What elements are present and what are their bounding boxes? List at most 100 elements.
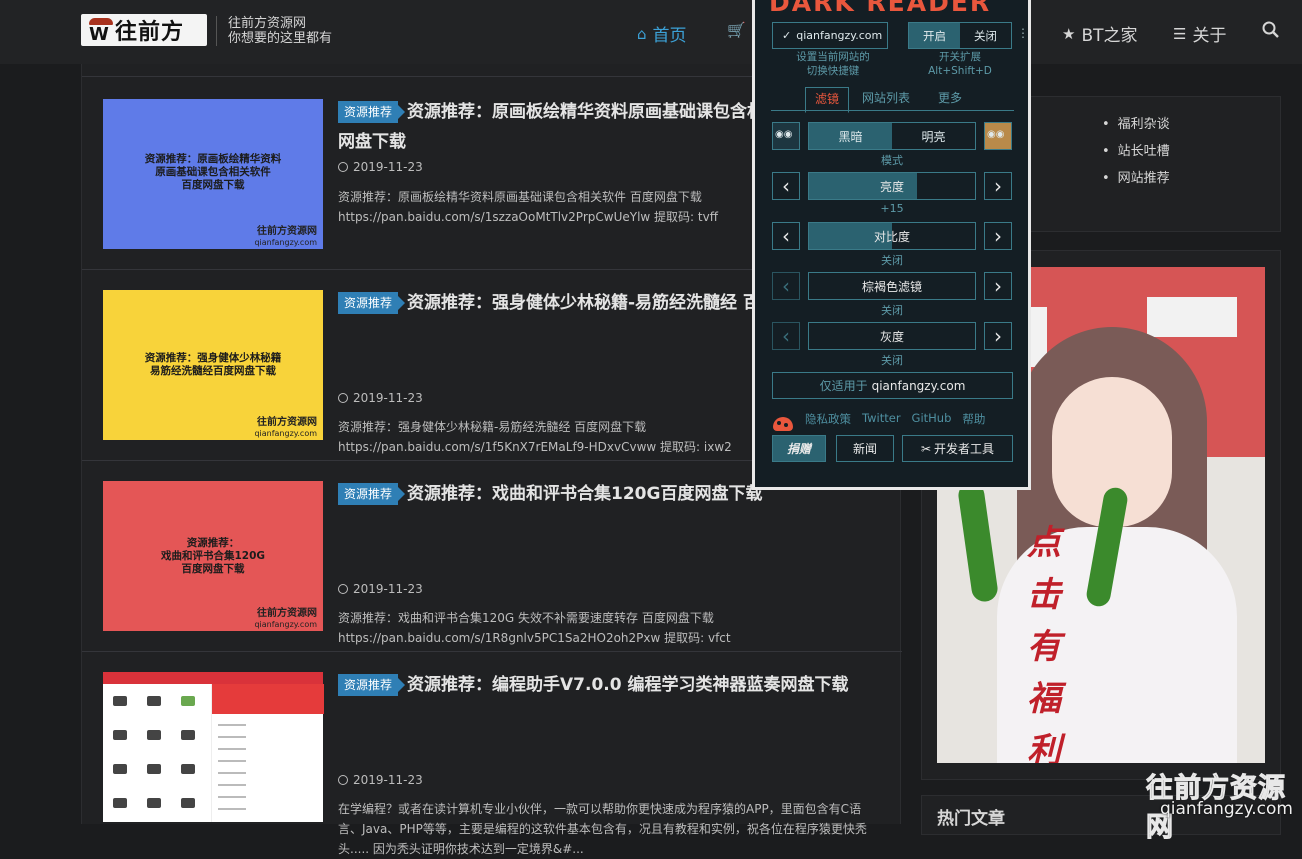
- grayscale-decrease-button[interactable]: ‹: [772, 322, 800, 350]
- excerpt-line: 言、Java、PHP等等，主要是编程的这软件基本包含有，况且有教程和实例，祝各位…: [338, 822, 867, 836]
- check-icon: ✓: [782, 29, 792, 42]
- clock-icon: [338, 775, 348, 785]
- extension-toggle: 开启 关闭: [908, 22, 1012, 49]
- site-logo[interactable]: W 往前方: [81, 14, 207, 46]
- logo-divider: [216, 16, 217, 46]
- excerpt-line: https://pan.baidu.com/s/1R8gnlv5PC1Sa2HO…: [338, 631, 731, 645]
- privacy-link[interactable]: 隐私政策: [805, 411, 851, 427]
- thumb-watermark: 往前方资源网: [257, 226, 317, 237]
- nav-bt-label: BT之家: [1081, 26, 1138, 46]
- only-for-site: qianfangzy.com: [871, 378, 966, 393]
- post-date: 2019-11-23: [338, 391, 423, 405]
- post-title[interactable]: 资源推荐：戏曲和评书合集120G百度网盘下载: [407, 481, 762, 507]
- contrast-value: 关闭: [881, 254, 903, 267]
- category-badge[interactable]: 资源推荐: [338, 292, 406, 314]
- contrast-decrease-button[interactable]: ‹: [772, 222, 800, 250]
- toggle-on-button[interactable]: 开启: [909, 23, 960, 48]
- tab-more[interactable]: 更多: [929, 87, 971, 111]
- github-link[interactable]: GitHub: [912, 411, 952, 427]
- more-options-icon[interactable]: ⋮: [1017, 26, 1029, 40]
- excerpt-line: 资源推荐：戏曲和评书合集120G 失效不补需要速度转存 百度网盘下载: [338, 611, 714, 625]
- post-thumbnail[interactable]: [103, 672, 324, 822]
- thumb-watermark-url: qianfangzy.com: [254, 238, 317, 247]
- grayscale-label: 灰度: [879, 329, 904, 344]
- mode-selector: 黑暗 明亮: [808, 122, 976, 150]
- post-date: 2019-11-23: [338, 160, 423, 174]
- category-badge[interactable]: 资源推荐: [338, 101, 406, 123]
- excerpt-line: 在学编程？或者在读计算机专业小伙伴，一款可以帮助你更快速成为程序猿的APP，里面…: [338, 802, 862, 816]
- brightness-increase-button[interactable]: ›: [984, 172, 1012, 200]
- toggle-shortcut-line1: 开关扩展: [939, 51, 981, 63]
- sidebar-item-recommend[interactable]: 网站推荐: [1102, 165, 1170, 192]
- post-thumbnail[interactable]: 资源推荐：强身健体少林秘籍 易筋经洗髓经百度网盘下载 往前方资源网 qianfan…: [103, 290, 323, 440]
- brightness-label: 亮度: [879, 179, 904, 194]
- site-shortcut-line1: 设置当前网站的: [796, 51, 870, 63]
- nav-bt-home[interactable]: ★ BT之家: [1062, 21, 1138, 47]
- contrast-increase-button[interactable]: ›: [984, 222, 1012, 250]
- toggle-shortcut-line2: Alt+Shift+D: [928, 65, 992, 77]
- twitter-link[interactable]: Twitter: [862, 411, 901, 427]
- sidebar-links: 福利杂谈 站长吐槽 网站推荐: [1102, 111, 1170, 192]
- sepia-increase-button[interactable]: ›: [984, 272, 1012, 300]
- clock-icon: [338, 584, 348, 594]
- list-item: 资源推荐 资源推荐：编程助手V7.0.0 编程学习类神器蓝奏网盘下载 2019-…: [82, 651, 902, 856]
- toggle-shortcut-hint[interactable]: 开关扩展 Alt+Shift+D: [905, 50, 1015, 78]
- tab-filter[interactable]: 滤镜: [805, 87, 850, 113]
- search-icon: [1262, 21, 1279, 38]
- site-shortcut-line2: 切换快捷键: [806, 65, 860, 77]
- sepia-slider[interactable]: 棕褐色滤镜: [808, 272, 976, 300]
- post-thumbnail[interactable]: 资源推荐： 戏曲和评书合集120G 百度网盘下载 往前方资源网 qianfangzy…: [103, 481, 323, 631]
- sidebar-item-welfare[interactable]: 福利杂谈: [1102, 111, 1170, 138]
- devtools-button[interactable]: ✂ 开发者工具: [902, 435, 1013, 462]
- brightness-value: +15: [880, 202, 904, 215]
- dark-reader-popup: DARK READER ✓ qianfangzy.com 开启 关闭 ⋮ 设置当…: [752, 0, 1031, 490]
- apply-only-to-site-button[interactable]: 仅适用于 qianfangzy.com: [772, 372, 1013, 399]
- nav-about[interactable]: ☰ 关于: [1173, 21, 1226, 47]
- ladybug-icon: [773, 417, 793, 431]
- site-shortcut-hint[interactable]: 设置当前网站的 切换快捷键: [753, 50, 913, 78]
- app-icon-grid: [109, 690, 209, 820]
- toggle-off-button[interactable]: 关闭: [960, 23, 1011, 48]
- post-date-text: 2019-11-23: [353, 582, 423, 596]
- nav-home[interactable]: ⌂ 首页: [637, 21, 687, 47]
- tagline-line2: 你想要的这里都有: [228, 31, 333, 46]
- contrast-slider[interactable]: 对比度: [808, 222, 976, 250]
- mode-dark-button[interactable]: 黑暗: [809, 123, 892, 149]
- donate-button[interactable]: 捐赠: [772, 435, 826, 462]
- thumb-title: 资源推荐：强身健体少林秘籍 易筋经洗髓经百度网盘下载: [144, 352, 282, 377]
- sepia-label: 棕褐色滤镜: [861, 279, 922, 294]
- post-date: 2019-11-23: [338, 773, 423, 787]
- mode-label: 模式: [881, 154, 903, 167]
- post-excerpt: 资源推荐：戏曲和评书合集120G 失效不补需要速度转存 百度网盘下载 https…: [338, 608, 878, 648]
- wrench-icon: ✂: [920, 441, 932, 456]
- clock-icon: [338, 393, 348, 403]
- thumb-watermark: 往前方资源网: [257, 417, 317, 428]
- category-badge[interactable]: 资源推荐: [338, 674, 406, 696]
- sidebar-item-complaints[interactable]: 站长吐槽: [1102, 138, 1170, 165]
- post-excerpt: 在学编程？或者在读计算机专业小伙伴，一款可以帮助你更快速成为程序猿的APP，里面…: [338, 799, 878, 859]
- search-button[interactable]: [1262, 21, 1280, 39]
- brightness-slider[interactable]: 亮度: [808, 172, 976, 200]
- post-thumbnail[interactable]: 资源推荐：原画板绘精华资料 原画基础课包含相关软件 百度网盘下载 往前方资源网 qi…: [103, 99, 323, 249]
- post-title-line2[interactable]: 网盘下载: [338, 127, 406, 152]
- sepia-decrease-button[interactable]: ‹: [772, 272, 800, 300]
- grayscale-increase-button[interactable]: ›: [984, 322, 1012, 350]
- category-badge[interactable]: 资源推荐: [338, 483, 406, 505]
- grayscale-slider[interactable]: 灰度: [808, 322, 976, 350]
- light-mode-icon[interactable]: [984, 122, 1012, 150]
- brightness-decrease-button[interactable]: ‹: [772, 172, 800, 200]
- dark-mode-icon[interactable]: [772, 122, 800, 150]
- tab-site-list[interactable]: 网站列表: [853, 87, 919, 111]
- dark-reader-tabs: 滤镜 网站列表 更多: [771, 85, 1014, 113]
- home-icon: ⌂: [637, 24, 647, 43]
- site-toggle-button[interactable]: ✓ qianfangzy.com: [772, 22, 888, 49]
- post-date-text: 2019-11-23: [353, 391, 423, 405]
- watermark-url: qianfangzy.com: [1160, 799, 1293, 819]
- post-title[interactable]: 资源推荐：编程助手V7.0.0 编程学习类神器蓝奏网盘下载: [407, 672, 848, 698]
- mode-light-button[interactable]: 明亮: [892, 123, 975, 149]
- nav-cart-partial[interactable]: 🛒: [727, 21, 746, 39]
- help-link[interactable]: 帮助: [962, 411, 985, 427]
- post-date-text: 2019-11-23: [353, 160, 423, 174]
- footer-links: 隐私政策 Twitter GitHub 帮助: [805, 411, 985, 427]
- news-button[interactable]: 新闻: [836, 435, 894, 462]
